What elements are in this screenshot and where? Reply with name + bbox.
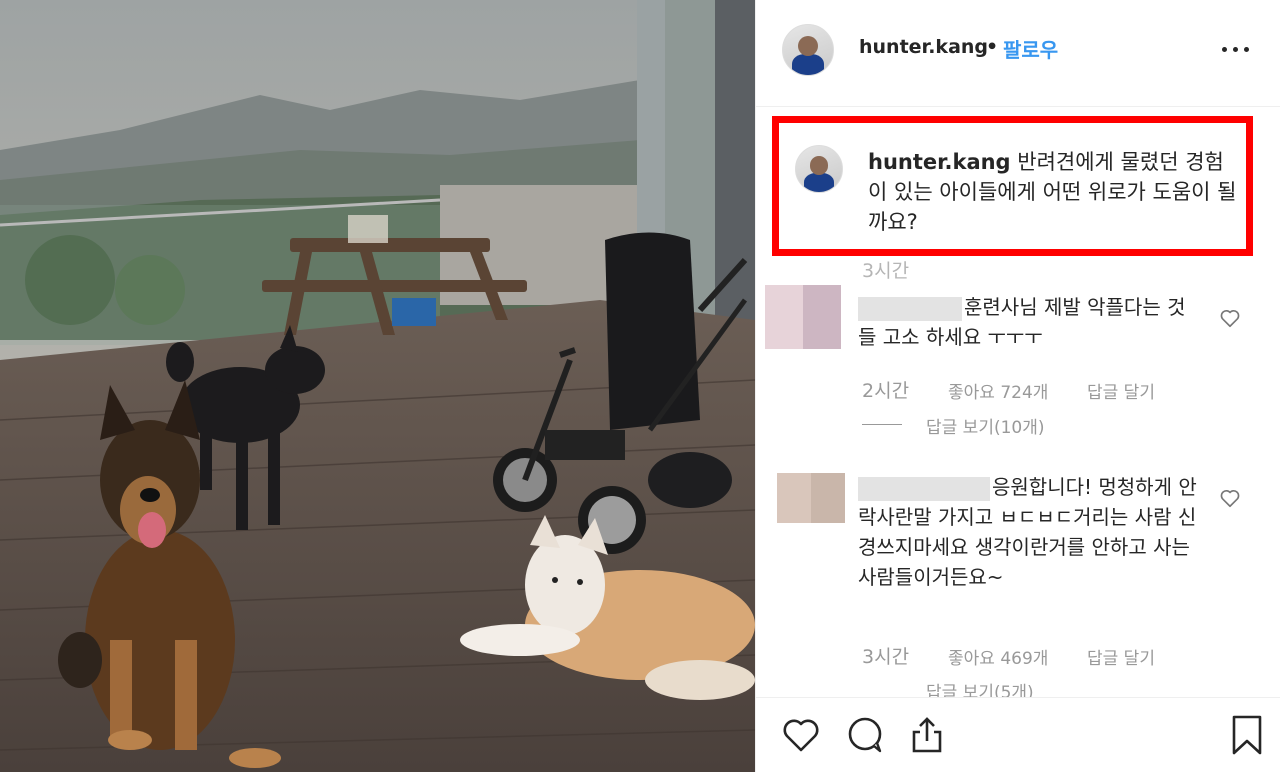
comment-time: 2시간 bbox=[862, 380, 910, 402]
post-photo[interactable] bbox=[0, 0, 755, 772]
caption-username[interactable]: hunter.kang bbox=[868, 150, 1011, 174]
post-header: hunter.kang • 팔로우 bbox=[756, 0, 1280, 107]
author-avatar[interactable] bbox=[782, 24, 834, 76]
comment-icon[interactable] bbox=[844, 714, 886, 756]
separator-dot: • bbox=[986, 36, 999, 58]
caption-highlight-box: hunter.kang 반려견에게 물렸던 경험이 있는 아이들에게 어떤 위로… bbox=[772, 116, 1253, 256]
comment-avatar[interactable] bbox=[777, 473, 845, 523]
post-actions-bar bbox=[756, 697, 1280, 773]
author-username[interactable]: hunter.kang bbox=[859, 36, 988, 58]
bookmark-icon[interactable] bbox=[1226, 714, 1268, 756]
comment-text: 훈련사님 제발 악플다는 것들 고소 하세요 ㅜㅜㅜ bbox=[858, 292, 1198, 352]
replies-divider bbox=[862, 424, 902, 425]
more-options-icon[interactable] bbox=[1218, 30, 1254, 66]
comment-likes-count[interactable]: 좋아요 469개 bbox=[948, 644, 1048, 669]
share-icon[interactable] bbox=[906, 714, 948, 756]
comment-text: 응원합니다! 멍청하게 안락사란말 가지고 ㅂㄷㅂㄷ거리는 사람 신경쓰지마세요… bbox=[858, 472, 1203, 592]
reply-button[interactable]: 답글 달기 bbox=[1087, 644, 1155, 669]
caption-text: hunter.kang 반려견에게 물렸던 경험이 있는 아이들에게 어떤 위로… bbox=[868, 147, 1238, 237]
comment-avatar[interactable] bbox=[765, 285, 841, 349]
heart-icon[interactable] bbox=[780, 714, 822, 756]
caption-time: 3시간 bbox=[862, 260, 910, 282]
comment-likes-count[interactable]: 좋아요 724개 bbox=[948, 378, 1048, 403]
post-side-panel: hunter.kang • 팔로우 hunter.kang 반려견에게 물렸던 … bbox=[755, 0, 1280, 773]
dogs-on-deck-image bbox=[0, 0, 755, 772]
view-replies-button[interactable]: 답글 보기(10개) bbox=[926, 413, 1045, 438]
like-comment-heart-icon[interactable] bbox=[1219, 307, 1241, 329]
caption-avatar[interactable] bbox=[795, 145, 843, 193]
like-comment-heart-icon[interactable] bbox=[1219, 487, 1241, 509]
comment-time: 3시간 bbox=[862, 646, 910, 668]
redacted-username bbox=[858, 296, 962, 321]
follow-button[interactable]: 팔로우 bbox=[1003, 34, 1058, 63]
redacted-username bbox=[858, 476, 990, 501]
reply-button[interactable]: 답글 달기 bbox=[1087, 378, 1155, 403]
